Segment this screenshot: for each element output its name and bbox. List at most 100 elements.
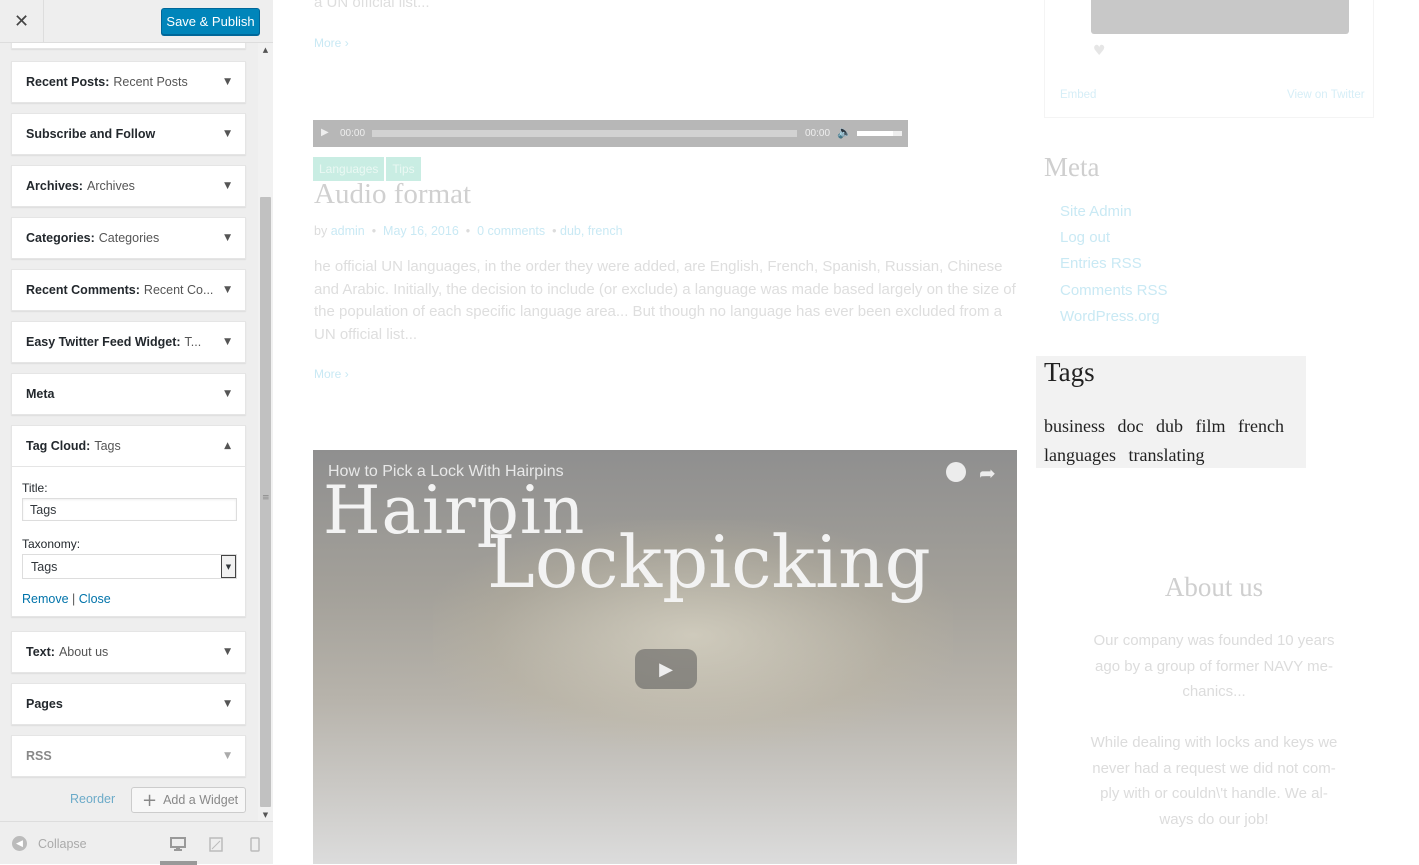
widget-header[interactable]: Easy Twitter Feed Widget: T... ▼: [12, 322, 245, 362]
widget-text-about-us[interactable]: Text: About us ▼: [11, 631, 246, 673]
widget-header[interactable]: Tag Cloud: Tags ▲: [12, 426, 245, 466]
chevron-down-icon[interactable]: ▼: [224, 114, 231, 154]
tag-link[interactable]: french: [1238, 416, 1284, 436]
chevron-down-icon[interactable]: ▼: [224, 736, 231, 776]
widget-header[interactable]: Meta ▼: [12, 374, 245, 414]
chevron-down-icon[interactable]: ▼: [224, 632, 231, 672]
share-icon[interactable]: ➦: [979, 461, 996, 485]
widget-header[interactable]: Recent Comments: Recent Co... ▼: [12, 270, 245, 310]
meta-widget-list: Site Admin Log out Entries RSS Comments …: [1060, 199, 1168, 330]
view-on-twitter-link[interactable]: View on Twitter: [1287, 89, 1365, 101]
post-meta: by admin • May 16, 2016 • 0 comments • d…: [314, 224, 623, 238]
tag-link[interactable]: dub: [1156, 416, 1183, 436]
widget-name: Subscribe and Follow: [26, 127, 156, 141]
widget-header[interactable]: Subscribe and Follow ▼: [12, 114, 245, 154]
scrollbar-thumb[interactable]: ≡: [260, 197, 271, 807]
tag-link[interactable]: film: [1196, 416, 1226, 436]
meta-author-link[interactable]: admin: [331, 224, 365, 238]
chevron-down-icon[interactable]: ▼: [224, 684, 231, 724]
title-field[interactable]: [22, 498, 237, 521]
chevron-up-icon[interactable]: ▲: [224, 426, 231, 466]
widget-name: Pages: [26, 697, 63, 711]
audio-progress-bar[interactable]: [372, 130, 797, 137]
save-publish-button[interactable]: Save & Publish: [161, 8, 260, 35]
widget-header[interactable]: Recent Posts: Recent Posts ▼: [12, 62, 245, 102]
meta-widget-title: Meta: [1044, 152, 1100, 182]
widget-header[interactable]: Archives: Archives ▼: [12, 166, 245, 206]
collapse-arrow-icon: ◀: [12, 836, 27, 851]
collapse-label: Collapse: [38, 836, 87, 851]
chevron-down-icon[interactable]: ▼: [221, 555, 236, 578]
more-link[interactable]: More ›: [314, 36, 349, 50]
collapse-button[interactable]: ◀ Collapse: [12, 836, 87, 851]
scroll-down-arrow-icon[interactable]: ▼: [258, 808, 273, 821]
grip-icon: ≡: [262, 493, 270, 503]
desktop-preview-icon[interactable]: [170, 836, 186, 852]
heart-icon[interactable]: ♥: [1093, 43, 1106, 59]
close-widget-link[interactable]: Close: [79, 592, 111, 606]
video-title[interactable]: How to Pick a Lock With Hairpins: [328, 463, 564, 481]
play-icon[interactable]: ▶: [635, 649, 697, 689]
about-paragraph: Our company was founded 10 years ago by …: [1093, 632, 1335, 700]
meta-date-link[interactable]: May 16, 2016: [383, 224, 459, 238]
audio-duration: 00:00: [805, 128, 831, 139]
close-customizer-button[interactable]: ✕: [0, 0, 44, 43]
widget-header[interactable]: Text: About us ▼: [12, 632, 245, 672]
meta-bullet: •: [465, 224, 471, 238]
chevron-down-icon[interactable]: ▼: [224, 166, 231, 206]
widget-header[interactable]: RSS ▼: [12, 736, 245, 776]
sidebar-scrollbar[interactable]: ▲ ≡ ▼: [258, 43, 273, 821]
widget-title: Recent Co...: [143, 283, 214, 297]
tag-link[interactable]: business: [1044, 416, 1105, 436]
watch-later-icon[interactable]: [946, 462, 966, 482]
widget-archives[interactable]: Archives: Archives ▼: [11, 165, 246, 207]
audio-player[interactable]: ▶ 00:00 00:00 🔈: [313, 120, 908, 147]
widget-recent-posts[interactable]: Recent Posts: Recent Posts ▼: [11, 61, 246, 103]
volume-icon[interactable]: 🔈: [837, 125, 852, 139]
chevron-down-icon[interactable]: ▼: [224, 322, 231, 362]
post-excerpt: he official UN languages, in the order t…: [314, 258, 1016, 343]
widget-subscribe-follow[interactable]: Subscribe and Follow ▼: [11, 113, 246, 155]
play-icon[interactable]: ▶: [321, 127, 329, 138]
tag-link[interactable]: languages: [1044, 445, 1116, 465]
widget-pages[interactable]: Pages ▼: [11, 683, 246, 725]
tag-link[interactable]: translating: [1128, 445, 1204, 465]
meta-comments-link[interactable]: 0 comments: [477, 224, 545, 238]
meta-link[interactable]: Entries RSS: [1060, 251, 1168, 277]
mobile-preview-icon[interactable]: [247, 836, 263, 852]
reorder-link[interactable]: Reorder: [70, 792, 115, 806]
chevron-down-icon[interactable]: ▼: [224, 218, 231, 258]
tablet-preview-icon[interactable]: [208, 836, 224, 852]
embedded-video[interactable]: Hairpin Lockpicking How to Pick a Lock W…: [313, 450, 1017, 864]
volume-slider[interactable]: [857, 131, 902, 136]
widget-easy-twitter-feed[interactable]: Easy Twitter Feed Widget: T... ▼: [11, 321, 246, 363]
tags-widget: Tags business doc dub film french langua…: [1036, 356, 1306, 468]
meta-link[interactable]: WordPress.org: [1060, 304, 1168, 330]
widget-recent-comments[interactable]: Recent Comments: Recent Co... ▼: [11, 269, 246, 311]
twitter-embed-link[interactable]: Embed: [1060, 89, 1096, 101]
widget-rss[interactable]: RSS ▼: [11, 735, 246, 777]
remove-widget-link[interactable]: Remove: [22, 592, 69, 606]
meta-link[interactable]: Comments RSS: [1060, 278, 1168, 304]
widget-tag-cloud[interactable]: Tag Cloud: Tags ▲ Title: Taxonomy: Tags …: [11, 425, 246, 617]
widget-categories[interactable]: Categories: Categories ▼: [11, 217, 246, 259]
widget-header[interactable]: Pages ▼: [12, 684, 245, 724]
tweet-media[interactable]: [1091, 0, 1349, 34]
post-title[interactable]: Audio format: [314, 178, 471, 211]
more-link[interactable]: More ›: [314, 367, 349, 381]
add-widget-button[interactable]: + Add a Widget: [131, 787, 246, 813]
tag-link[interactable]: doc: [1118, 416, 1144, 436]
meta-link[interactable]: Site Admin: [1060, 199, 1168, 225]
meta-tags-links[interactable]: dub, french: [560, 224, 623, 238]
chevron-down-icon[interactable]: ▼: [224, 374, 231, 414]
scroll-up-arrow-icon[interactable]: ▲: [258, 43, 273, 56]
widget-meta[interactable]: Meta ▼: [11, 373, 246, 415]
chevron-down-icon[interactable]: ▼: [224, 270, 231, 310]
previous-post-excerpt: a UN official list...: [314, 0, 430, 11]
widget-title: Archives: [86, 179, 135, 193]
widget-header[interactable]: Categories: Categories ▼: [12, 218, 245, 258]
meta-link[interactable]: Log out: [1060, 225, 1168, 251]
widget-title: T...: [184, 335, 202, 349]
chevron-down-icon[interactable]: ▼: [224, 62, 231, 102]
taxonomy-select[interactable]: Tags ▼: [22, 554, 237, 579]
